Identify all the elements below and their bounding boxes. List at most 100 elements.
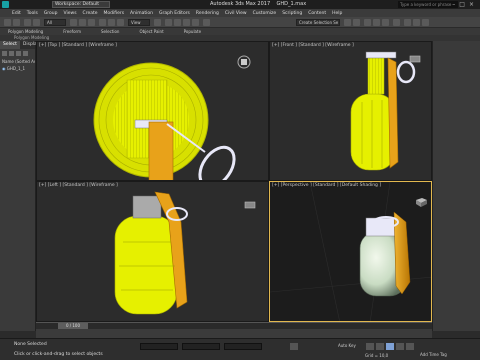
layer-explorer-icon[interactable] — [364, 19, 371, 26]
schematic-view-icon[interactable] — [382, 19, 389, 26]
menu-civil-view[interactable]: Civil View — [225, 11, 247, 16]
link-icon[interactable] — [24, 19, 31, 26]
viewport-top[interactable]: [+] [Top ] [Standard ] [Wireframe ] — [36, 41, 269, 181]
search-input[interactable]: Type a keyword or phrase — [398, 1, 458, 8]
select-by-name-icon[interactable] — [79, 19, 86, 26]
explorer-column-header[interactable]: Name (Sorted Ascending) — [0, 58, 35, 65]
lock-selection-icon[interactable] — [290, 343, 298, 350]
explorer-item[interactable]: ◉ GHD_1_1 — [0, 65, 35, 72]
y-coordinate-field[interactable] — [182, 343, 220, 350]
filter-geometry-icon[interactable] — [2, 51, 7, 56]
curve-editor-icon[interactable] — [373, 19, 380, 26]
perspective-view-grenade — [270, 182, 431, 321]
menu-rendering[interactable]: Rendering — [196, 11, 219, 16]
window-controls: –□× — [452, 0, 478, 9]
prev-frame-icon[interactable] — [376, 343, 384, 350]
select-object-icon[interactable] — [70, 19, 77, 26]
viewport-front[interactable]: [+] [Front ] [Standard ] [Wireframe ] — [269, 41, 432, 181]
align-icon[interactable] — [353, 19, 360, 26]
mirror-icon[interactable] — [344, 19, 351, 26]
ribbon-tab-selection[interactable]: Selection — [101, 29, 119, 34]
go-to-end-icon[interactable] — [406, 343, 414, 350]
viewport-perspective[interactable]: [+] [Perspective ] [Standard ] [Default … — [269, 181, 432, 322]
redo-icon[interactable] — [13, 19, 20, 26]
scene-explorer: Select Display Name (Sorted Ascending) ◉… — [0, 41, 39, 331]
ribbon-tab-populate[interactable]: Populate — [184, 29, 201, 34]
z-coordinate-field[interactable] — [224, 343, 262, 350]
edit-named-selection-icon[interactable] — [203, 19, 210, 26]
menu-views[interactable]: Views — [64, 11, 77, 16]
render-icon[interactable] — [422, 19, 429, 26]
next-frame-icon[interactable] — [396, 343, 404, 350]
menu-edit[interactable]: Edit — [12, 11, 21, 16]
window-title: Autodesk 3ds Max 2017 GHD_1.max — [210, 0, 306, 9]
close-icon[interactable]: × — [469, 1, 478, 8]
angle-snap-icon[interactable] — [174, 19, 181, 26]
tab-select[interactable]: Select — [0, 41, 20, 49]
menu-graph-editors[interactable]: Graph Editors — [159, 11, 190, 16]
x-coordinate-field[interactable] — [140, 343, 178, 350]
viewcube-icon[interactable] — [408, 54, 422, 64]
ribbon-tab-object-paint[interactable]: Object Paint — [139, 29, 163, 34]
filter-cameras-icon[interactable] — [23, 51, 28, 56]
menu-scripting[interactable]: Scripting — [282, 11, 302, 16]
named-selection-dropdown[interactable]: Create Selection Se — [296, 19, 340, 26]
pivot-icon[interactable] — [154, 19, 161, 26]
app-name: Autodesk 3ds Max 2017 — [210, 1, 271, 7]
rotate-icon[interactable] — [108, 19, 115, 26]
viewcube-icon[interactable] — [243, 200, 257, 210]
3ds-max-window: Workspace: Default Autodesk 3ds Max 2017… — [0, 0, 480, 360]
workspace-dropdown[interactable]: Workspace: Default — [52, 1, 110, 8]
explorer-item-label: GHD_1_1 — [6, 66, 26, 71]
spinner-snap-icon[interactable] — [192, 19, 199, 26]
move-icon[interactable] — [99, 19, 106, 26]
filter-lights-icon[interactable] — [16, 51, 21, 56]
ribbon-tab-modeling[interactable]: Polygon Modeling — [8, 29, 43, 34]
grid-size-label: Grid = 10,0 — [365, 353, 389, 358]
menu-animation[interactable]: Animation — [130, 11, 153, 16]
menu-content[interactable]: Content — [308, 11, 326, 16]
ribbon-tab-freeform[interactable]: Freeform — [63, 29, 81, 34]
explorer-filter-icons — [0, 49, 35, 58]
scale-icon[interactable] — [117, 19, 124, 26]
unlink-icon[interactable] — [33, 19, 40, 26]
play-icon[interactable] — [386, 343, 394, 350]
menu-tools[interactable]: Tools — [27, 11, 38, 16]
percent-snap-icon[interactable] — [183, 19, 190, 26]
prompt-line: Click or click-and-drag to select object… — [14, 352, 103, 357]
time-slider[interactable]: 0 / 100 — [36, 322, 432, 329]
track-bar[interactable] — [36, 329, 432, 338]
status-bar: None Selected Click or click-and-drag to… — [0, 338, 480, 360]
go-to-start-icon[interactable] — [366, 343, 374, 350]
app-logo-icon[interactable] — [2, 1, 9, 8]
left-view-grenade — [114, 191, 188, 315]
eye-icon[interactable]: ◉ — [2, 66, 6, 71]
scene-explorer-tabs: Select Display — [0, 41, 39, 49]
snaps-icon[interactable] — [165, 19, 172, 26]
title-bar: Workspace: Default Autodesk 3ds Max 2017… — [0, 0, 480, 9]
viewcube-icon[interactable] — [237, 55, 251, 69]
viewcube-icon[interactable] — [413, 196, 429, 208]
menu-help[interactable]: Help — [332, 11, 342, 16]
rect-selection-icon[interactable] — [88, 19, 95, 26]
menu-customize[interactable]: Customize — [253, 11, 277, 16]
menu-bar: Edit Tools Group Views Create Modifiers … — [0, 9, 480, 17]
maximize-icon[interactable]: □ — [459, 1, 469, 8]
render-setup-icon[interactable] — [404, 19, 411, 26]
auto-key-button[interactable]: Auto Key — [338, 343, 356, 348]
material-editor-icon[interactable] — [393, 19, 400, 26]
selection-filter-dropdown[interactable]: All — [44, 19, 66, 26]
undo-icon[interactable] — [4, 19, 11, 26]
render-frame-icon[interactable] — [413, 19, 420, 26]
selection-status: None Selected — [14, 342, 47, 347]
filter-shapes-icon[interactable] — [9, 51, 14, 56]
menu-modifiers[interactable]: Modifiers — [104, 11, 125, 16]
file-name: GHD_1.max — [276, 1, 307, 7]
viewport-left[interactable]: [+] [Left ] [Standard ] [Wireframe ] — [36, 181, 269, 322]
add-time-tag-button[interactable]: Add Time Tag — [420, 352, 447, 357]
command-panel[interactable] — [432, 41, 480, 331]
ribbon-tabs: Polygon Modeling Freeform Selection Obje… — [0, 28, 480, 35]
menu-create[interactable]: Create — [83, 11, 98, 16]
menu-group[interactable]: Group — [44, 11, 58, 16]
reference-coordinate-dropdown[interactable]: View — [128, 19, 150, 26]
